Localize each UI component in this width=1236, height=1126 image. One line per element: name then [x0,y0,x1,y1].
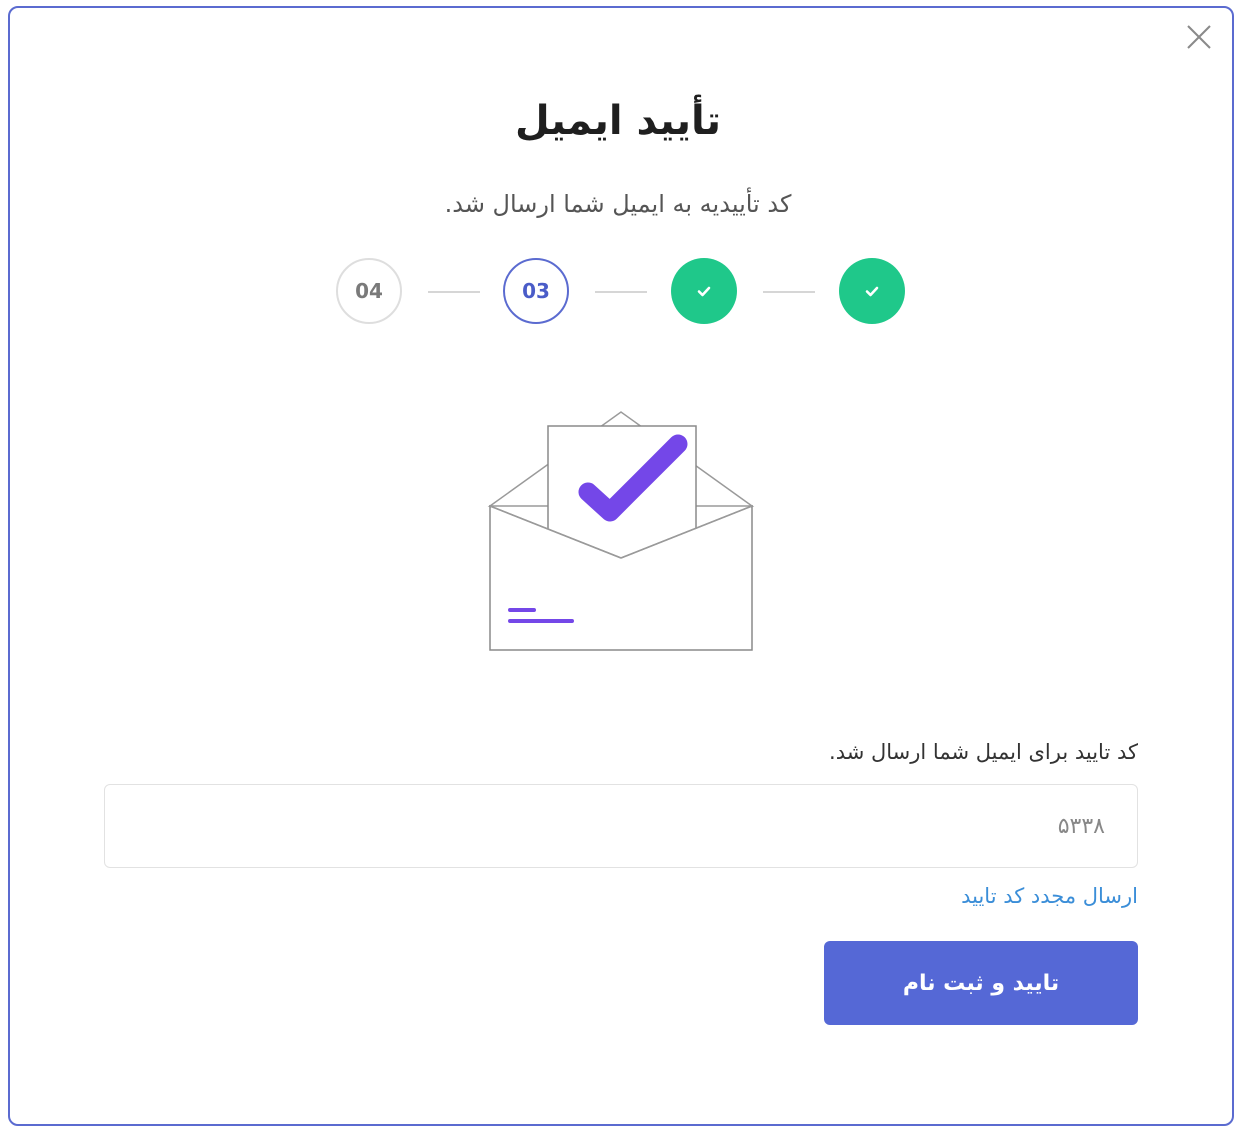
close-button[interactable] [1182,20,1216,54]
resend-code-link[interactable]: ارسال مجدد کد تایید [961,884,1138,908]
envelope-check-illustration [487,411,755,651]
dialog-title: تأیید ایمیل [515,98,721,144]
step-connector [428,291,480,293]
step-connector [595,291,647,293]
confirm-register-button[interactable]: تایید و ثبت نام [824,941,1138,1025]
check-icon [697,286,711,297]
step-04: 04 [336,258,402,324]
close-icon [1187,25,1211,49]
step-01-completed [839,258,905,324]
dialog-subtitle: کد تأییدیه به ایمیل شما ارسال شد. [444,190,792,218]
verification-code-input[interactable] [104,784,1138,868]
check-icon [865,286,879,297]
step-number: 04 [355,279,383,303]
code-field-label: کد تایید برای ایمیل شما ارسال شد. [829,740,1138,764]
step-number: 03 [522,279,550,303]
step-03: 03 [503,258,569,324]
step-connector [763,291,815,293]
step-02-completed [671,258,737,324]
